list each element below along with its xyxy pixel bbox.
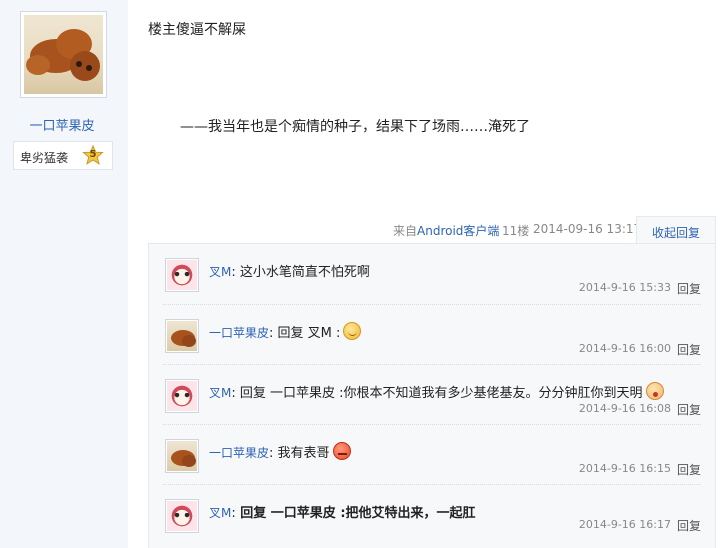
cartoon-avatar[interactable] — [165, 379, 199, 413]
reply-username[interactable]: 一口苹果皮 — [209, 446, 269, 460]
level-star-icon: 5 — [82, 144, 104, 167]
angry-emoji-icon — [332, 442, 351, 460]
source-prefix: 来自 — [393, 224, 418, 238]
author-avatar[interactable] — [20, 11, 107, 98]
post-time: 2014-09-16 13:17 — [533, 222, 642, 236]
level-number: 5 — [89, 149, 97, 160]
reply-item: 叉M: 回复 一口苹果皮 :把他艾特出来，一起肛 2014-9-16 16:17… — [163, 484, 701, 544]
reply-item: 叉M: 这小水笔简直不怕死啊 2014-9-16 15:33 回复 — [163, 244, 701, 304]
smile-emoji-icon — [343, 322, 362, 340]
post-source: 来自Android客户端 — [393, 222, 499, 239]
post-signature: ——我当年也是个痴情的种子，结果下了场雨……淹死了 — [180, 119, 530, 135]
reply-content: 叉M: 回复 一口苹果皮 :你根本不知道我有多少基佬基友。分分钟肛你到天明 — [209, 382, 664, 401]
reply-time: 2014-9-16 16:00 — [578, 342, 671, 355]
reply-text: 回复 一口苹果皮 :把他艾特出来，一起肛 — [235, 506, 476, 521]
reply-button[interactable]: 回复 — [677, 341, 701, 358]
collapse-replies-button[interactable]: 收起回复 — [637, 224, 715, 241]
reply-text: 回复 叉M : — [273, 326, 341, 341]
cartoon-avatar[interactable] — [165, 258, 199, 292]
reply-item: 一口苹果皮: 回复 叉M : 2014-9-16 16:00 回复 — [163, 304, 701, 364]
level-title: 卑劣猛袭 — [20, 151, 69, 165]
author-name-link[interactable]: 一口苹果皮 — [0, 115, 124, 134]
reply-content: 叉M: 这小水笔简直不怕死啊 — [209, 265, 370, 280]
reply-username[interactable]: 叉M — [209, 265, 231, 279]
reply-button[interactable]: 回复 — [677, 461, 701, 478]
reply-time: 2014-9-16 15:33 — [578, 281, 671, 294]
reply-content: 叉M: 回复 一口苹果皮 :把他艾特出来，一起肛 — [209, 506, 476, 521]
post-floor: 11楼 — [502, 224, 530, 238]
collapse-replies-tab: 收起回复 — [636, 216, 716, 246]
reply-content: 一口苹果皮: 回复 叉M : — [209, 322, 362, 341]
reply-username[interactable]: 叉M — [209, 386, 231, 400]
level-badge[interactable]: 卑劣猛袭 5 — [13, 141, 113, 170]
shocked-emoji-icon — [645, 382, 664, 400]
reply-username[interactable]: 一口苹果皮 — [209, 326, 269, 340]
reply-item: 叉M: 回复 一口苹果皮 :你根本不知道我有多少基佬基友。分分钟肛你到天明 20… — [163, 364, 701, 424]
reply-button[interactable]: 回复 — [677, 280, 701, 297]
reply-button[interactable]: 回复 — [677, 401, 701, 418]
reply-text: 我有表哥 — [273, 446, 330, 461]
reply-text: 回复 一口苹果皮 :你根本不知道我有多少基佬基友。分分钟肛你到天明 — [235, 386, 643, 401]
reply-content: 一口苹果皮: 我有表哥 — [209, 442, 351, 461]
reply-time: 2014-9-16 16:08 — [578, 402, 671, 415]
android-client-link[interactable]: Android客户端 — [417, 224, 499, 238]
reply-username[interactable]: 叉M — [209, 506, 231, 520]
reply-button[interactable]: 回复 — [677, 517, 701, 534]
poodle-avatar-image — [24, 15, 103, 94]
reply-time: 2014-9-16 16:15 — [578, 462, 671, 475]
reply-text: 这小水笔简直不怕死啊 — [235, 265, 370, 280]
poodle-avatar[interactable] — [165, 439, 199, 473]
cartoon-avatar[interactable] — [165, 499, 199, 533]
reply-list: 叉M: 这小水笔简直不怕死啊 2014-9-16 15:33 回复 一口苹果皮:… — [148, 243, 716, 548]
reply-time: 2014-9-16 16:17 — [578, 518, 671, 531]
poodle-avatar[interactable] — [165, 319, 199, 353]
author-sidebar: 一口苹果皮 卑劣猛袭 5 — [0, 0, 128, 548]
post-content: 楼主傻逼不解屎 — [148, 22, 246, 38]
reply-item: 一口苹果皮: 我有表哥 2014-9-16 16:15 回复 — [163, 424, 701, 484]
